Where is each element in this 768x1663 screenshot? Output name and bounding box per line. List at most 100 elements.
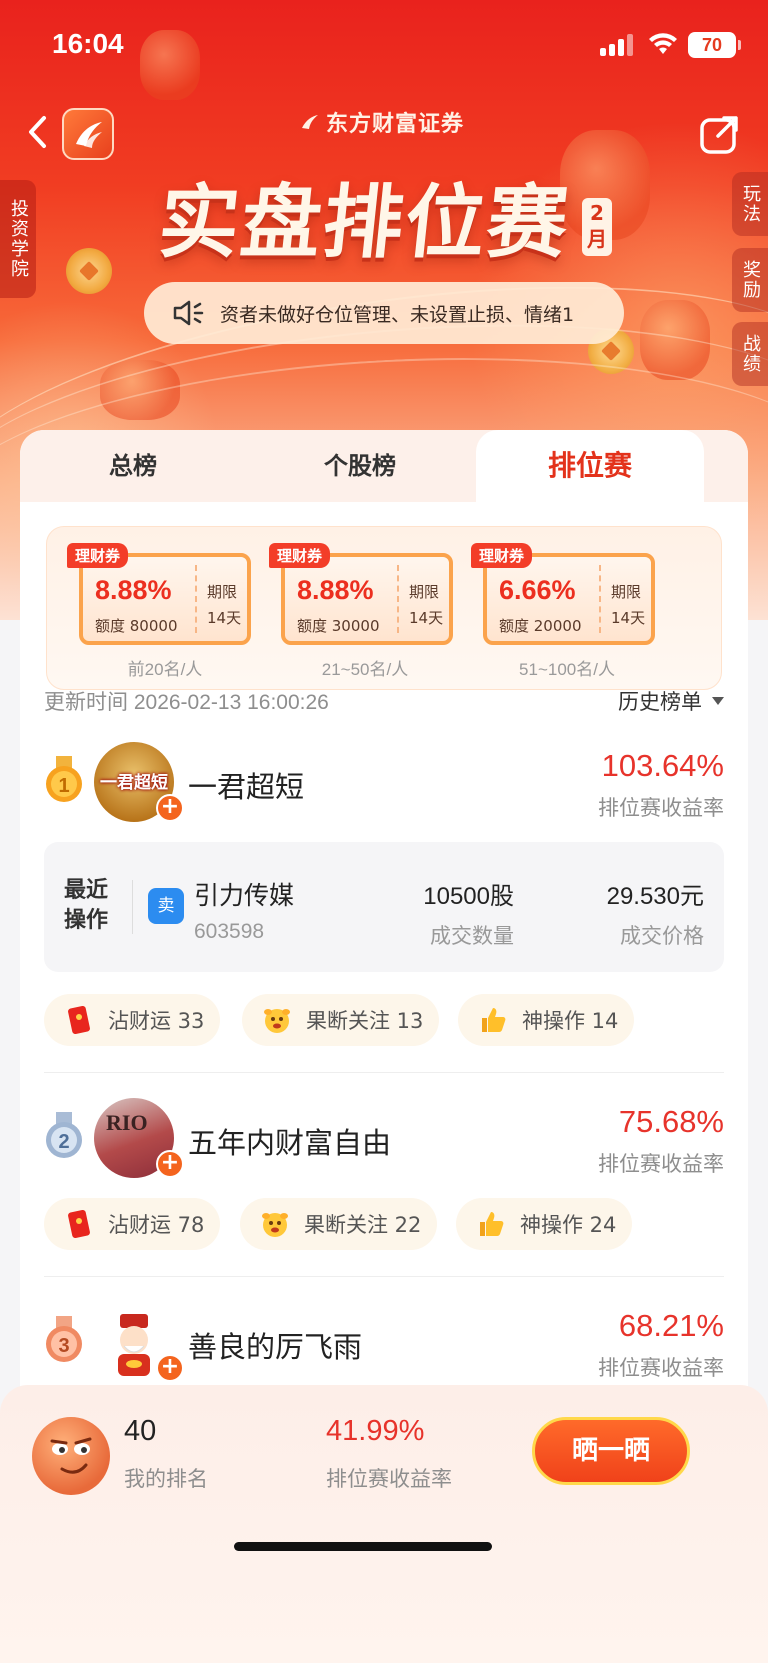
page-title: 实盘排位赛	[154, 175, 575, 269]
battery-icon: 70	[688, 32, 741, 58]
month-tag: 2月	[582, 198, 612, 256]
sell-badge: 卖	[148, 888, 184, 924]
medal-rank: 2	[58, 1131, 69, 1153]
thumbs-up-icon	[482, 1008, 506, 1032]
coupon-term: 期限 14天	[409, 579, 443, 631]
coupon-tag: 理财券	[269, 543, 331, 568]
caret-down-icon	[712, 697, 724, 705]
coupon-amount: 额度 80000	[95, 617, 178, 635]
coupon-rank-range: 前20名/人	[127, 660, 203, 679]
coupon-card[interactable]: 理财券 6.66% 额度 20000 期限 14天	[471, 543, 655, 645]
status-time: 16:04	[52, 28, 124, 59]
tab-overall[interactable]: 总榜	[20, 430, 246, 502]
my-rank: 40	[124, 1415, 157, 1447]
recent-op-label: 最近操作	[64, 878, 109, 933]
chip-label: 沾财运 33	[108, 1009, 205, 1033]
user-name[interactable]: 一君超短	[188, 764, 304, 806]
coupon-card[interactable]: 理财券 8.88% 额度 30000 期限 14天	[269, 543, 453, 645]
tab-bar: 总榜 个股榜 排位赛	[20, 430, 748, 502]
coupon-amount: 额度 30000	[297, 617, 380, 635]
leaderboard-entry[interactable]: 1 一君超短 + 一君超短 103.64% 排位赛收益率 最近操作 卖 引力传媒…	[44, 742, 724, 1052]
stock-code: 603598	[194, 920, 265, 943]
side-tab-rules[interactable]: 玩法	[732, 172, 768, 236]
coupon-term: 期限 14天	[207, 579, 241, 631]
medal-rank: 3	[58, 1335, 69, 1357]
my-avatar[interactable]	[32, 1417, 110, 1495]
cellular-signal-icon	[600, 34, 636, 56]
salute-emoji-icon	[264, 1009, 290, 1033]
leaderboard-entry[interactable]: 2 RIO + 五年内财富自由 75.68% 排位赛收益率 沾财运 78 果断关…	[44, 1098, 724, 1258]
follow-plus-icon[interactable]: +	[156, 1150, 184, 1178]
coupon-rank-range: 51~100名/人	[519, 660, 615, 679]
trade-price-label: 成交价格	[620, 924, 704, 948]
recent-operation[interactable]: 最近操作 卖 引力传媒 603598 10500股 成交数量 29.530元 成…	[44, 842, 724, 972]
my-stats-bar: 40 我的排名 41.99% 排位赛收益率 晒一晒	[0, 1385, 768, 1663]
coupon-term: 期限 14天	[611, 579, 645, 631]
thumbs-up-icon	[480, 1212, 504, 1236]
share-icon[interactable]	[698, 112, 742, 156]
avatar-text: 一君超短	[100, 773, 168, 793]
reaction-chip[interactable]: 沾财运 78	[44, 1198, 221, 1250]
divider	[44, 1072, 724, 1073]
update-time: 更新时间 2026-02-13 16:00:26	[44, 691, 329, 714]
follow-plus-icon[interactable]: +	[156, 794, 184, 822]
tab-ranking-match[interactable]: 排位赛	[476, 430, 704, 502]
trade-quantity: 10500股	[423, 883, 514, 910]
home-indicator[interactable]	[234, 1542, 492, 1551]
my-return: 41.99%	[326, 1415, 425, 1447]
coupon-term-value: 14天	[207, 609, 242, 627]
chip-label: 果断关注 22	[304, 1213, 422, 1237]
coupon-tag: 理财券	[471, 543, 533, 568]
follow-plus-icon[interactable]: +	[156, 1354, 184, 1382]
reaction-chip[interactable]: 沾财运 33	[44, 994, 221, 1046]
chip-label: 神操作 24	[520, 1213, 617, 1237]
coupon-term-value: 14天	[611, 609, 646, 627]
back-icon[interactable]	[22, 112, 54, 152]
coupon-rate: 8.88%	[95, 575, 172, 605]
user-name[interactable]: 善良的厉飞雨	[188, 1324, 362, 1366]
divider	[132, 880, 133, 934]
divider	[44, 1276, 724, 1277]
salute-emoji-icon	[262, 1213, 288, 1237]
tab-stock[interactable]: 个股榜	[246, 430, 474, 502]
coupon-term-value: 14天	[409, 609, 444, 627]
reaction-chip[interactable]: 果断关注 13	[242, 994, 440, 1046]
coin-decoration	[66, 248, 112, 294]
chip-label: 沾财运 78	[108, 1213, 205, 1237]
return-value: 103.64%	[601, 748, 724, 783]
bronze-medal-icon: 3	[46, 1316, 82, 1362]
coupon-term-label: 期限	[611, 583, 642, 601]
trade-price: 29.530元	[606, 883, 704, 910]
face-avatar-icon	[50, 1437, 92, 1474]
coupon-divider	[397, 565, 399, 633]
battery-level: 70	[701, 35, 723, 55]
stock-name[interactable]: 引力传媒	[194, 876, 294, 912]
my-return-label: 排位赛收益率	[326, 1467, 452, 1491]
avatar-text: RIO	[106, 1110, 148, 1135]
side-tab-rewards[interactable]: 奖励	[732, 248, 768, 312]
speaker-icon	[173, 300, 204, 326]
coupon-term-label: 期限	[409, 583, 440, 601]
reaction-chip[interactable]: 果断关注 22	[240, 1198, 438, 1250]
wifi-icon	[649, 33, 677, 54]
return-value: 68.21%	[618, 1308, 724, 1343]
reaction-chip[interactable]: 神操作 14	[458, 994, 635, 1046]
history-dropdown[interactable]: 历史榜单	[618, 686, 724, 716]
reaction-chip[interactable]: 神操作 24	[456, 1198, 633, 1250]
coupon-card[interactable]: 理财券 8.88% 额度 80000 期限 14天	[67, 543, 251, 645]
app-logo[interactable]	[62, 108, 114, 160]
coupon-panel: 理财券 8.88% 额度 80000 期限 14天 前20名/人 理财券 8.8…	[46, 526, 722, 690]
side-tab-academy[interactable]: 投资学院	[0, 180, 36, 298]
coupon-amount: 额度 20000	[499, 617, 582, 635]
notice-marquee[interactable]: 资者未做好仓位管理、未设置止损、情绪1	[144, 282, 624, 344]
user-name[interactable]: 五年内财富自由	[188, 1120, 391, 1162]
history-label: 历史榜单	[618, 690, 702, 714]
coupon-rate: 6.66%	[499, 575, 576, 605]
chip-label: 神操作 14	[522, 1009, 619, 1033]
coupon-rate: 8.88%	[297, 575, 374, 605]
my-rank-label: 我的排名	[124, 1467, 208, 1491]
side-tab-record[interactable]: 战绩	[732, 322, 768, 386]
update-row: 更新时间 2026-02-13 16:00:26 历史榜单	[44, 686, 724, 726]
share-result-button[interactable]: 晒一晒	[532, 1417, 690, 1485]
red-envelope-icon	[68, 1209, 90, 1239]
